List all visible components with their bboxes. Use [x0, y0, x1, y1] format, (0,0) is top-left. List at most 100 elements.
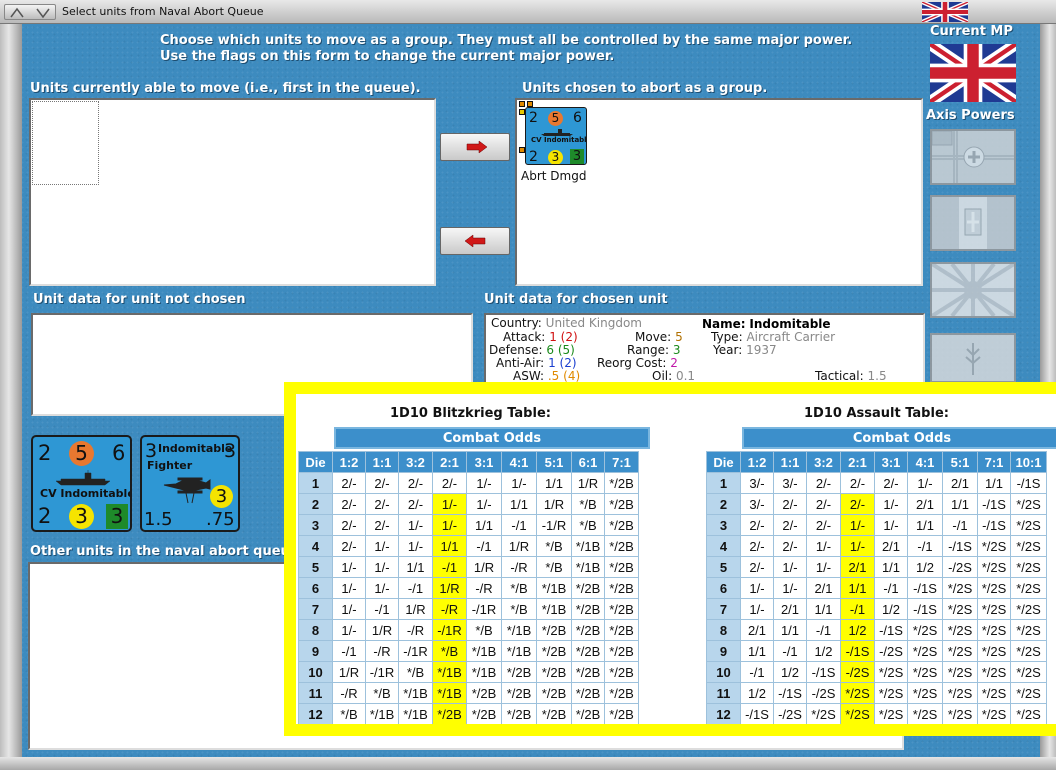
result-cell: */2S — [977, 619, 1011, 641]
result-cell: 3/- — [773, 472, 807, 494]
counter-value: 1.5 — [144, 509, 173, 530]
result-cell: 1/- — [806, 535, 841, 557]
result-cell: */2B — [604, 598, 639, 620]
result-cell: */1B — [571, 556, 605, 578]
column-header: 4:1 — [501, 451, 537, 473]
result-cell: */1B — [536, 577, 572, 599]
table-header-row: Die 1:2 1:1 3:2 2:1 3:1 4:1 5:1 6:1 7:1 — [298, 451, 639, 473]
chosen-unit[interactable]: 2 5 6 CV Indomitable 2 3 3 Abrt Dmgd — [517, 100, 589, 186]
instruction-line-2: Use the flags on this form to change the… — [160, 49, 615, 64]
combat-results-panel: 1D10 Blitzkrieg Table: Combat Odds Die 1:… — [296, 394, 1056, 724]
italy-flag-button[interactable] — [930, 195, 1016, 251]
result-cell: 1/2 — [806, 640, 841, 662]
result-cell: */2S — [977, 640, 1011, 662]
result-cell: */2B — [604, 619, 639, 641]
counter-title: Indomitable — [158, 442, 233, 455]
result-cell: -/2S — [874, 640, 908, 662]
result-cell: 1/- — [740, 577, 774, 599]
japan-flag-button[interactable] — [930, 262, 1016, 318]
germany-flag-button[interactable] — [930, 129, 1016, 185]
axis-extra-flag-button[interactable] — [930, 333, 1016, 383]
table-row: 7 1/- 2/1 1/1 -/1 1/2 -/1S */2S */2S */2S — [706, 598, 1047, 620]
column-header: 6:1 — [571, 451, 605, 473]
counter-value: 6 — [573, 110, 582, 126]
result-cell: 1/1 — [536, 472, 572, 494]
table-row: 10 1/R -/1R */B */1B */1B */2B */2B */2B */2B — [298, 661, 639, 683]
italy-flag-icon — [932, 197, 1014, 249]
result-cell: */2B — [571, 661, 605, 683]
table-row: 3 2/- 2/- 1/- 1/- 1/1 -/1 -1/R */B */2B — [298, 514, 639, 536]
result-cell: 1/2 — [907, 556, 943, 578]
result-cell: 1/R — [571, 472, 605, 494]
plane-unit-counter[interactable]: 3 Indomitable 3 Fighter 3 1.5 .75 — [140, 435, 240, 532]
result-cell: */2S — [907, 682, 943, 704]
result-cell: -/1 — [432, 556, 467, 578]
move-to-chosen-button[interactable] — [440, 133, 510, 161]
result-cell: */2S — [1010, 577, 1047, 599]
result-cell: 2/- — [365, 493, 399, 515]
union-jack-flag-icon[interactable] — [930, 44, 1016, 102]
result-cell: */2S — [977, 661, 1011, 683]
result-cell: 1/1 — [466, 514, 502, 536]
result-cell: */1B — [398, 682, 433, 704]
result-cell: -/1 — [501, 514, 537, 536]
result-cell: */B — [501, 577, 537, 599]
result-cell: 1/R — [398, 598, 433, 620]
result-cell: */1B — [398, 703, 433, 724]
column-header: 4:1 — [907, 451, 943, 473]
result-cell: -/1 — [806, 619, 841, 641]
die-cell: 9 — [298, 640, 333, 662]
result-cell: 1/- — [332, 556, 366, 578]
result-cell: */2S — [942, 640, 978, 662]
result-cell: */2S — [1010, 598, 1047, 620]
result-cell: 1/- — [332, 598, 366, 620]
result-cell: */2B — [571, 598, 605, 620]
asw-value: .5 — [547, 369, 560, 383]
result-cell: */2S — [874, 682, 908, 704]
ship-unit-counter[interactable]: 2 5 6 CV Indomitable 2 3 3 — [31, 435, 132, 532]
system-menu-button[interactable] — [4, 4, 56, 20]
result-cell: 1/1 — [806, 598, 841, 620]
result-cell: */2B — [536, 682, 572, 704]
name-value: Indomitable — [749, 317, 831, 331]
column-header: 1:1 — [773, 451, 807, 473]
able-to-move-list[interactable] — [29, 98, 436, 286]
counter-value: 2 — [529, 149, 538, 165]
die-cell: 1 — [298, 472, 333, 494]
table-row: 10 -/1 1/2 -/1S -/2S */2S */2S */2S */2S */2S — [706, 661, 1047, 683]
result-cell: -/1S — [740, 703, 774, 724]
result-cell: 1/- — [840, 514, 875, 536]
antiair-paren: (2) — [559, 356, 577, 370]
empty-unit-slot[interactable] — [32, 101, 99, 185]
result-cell: 1/R — [466, 556, 502, 578]
move-value: 5 — [675, 330, 683, 344]
germany-flag-icon — [931, 130, 1014, 183]
die-cell: 2 — [706, 493, 741, 515]
result-cell: */B — [365, 682, 399, 704]
result-cell: 2/- — [874, 472, 908, 494]
result-cell: 1/1 — [907, 514, 943, 536]
move-to-able-button[interactable] — [440, 227, 510, 255]
counter-name: CV Indomitable — [40, 487, 132, 500]
result-cell: 1/- — [466, 493, 502, 515]
result-cell: */B — [432, 640, 467, 662]
result-cell: */2S — [907, 640, 943, 662]
defense-paren: (5) — [557, 343, 575, 357]
result-cell: 1/- — [773, 556, 807, 578]
result-cell: 1/R — [536, 493, 572, 515]
counter-value: 3 — [224, 440, 237, 462]
table-row: 4 2/- 1/- 1/- 1/1 -/1 1/R */B */1B */2B — [298, 535, 639, 557]
counter-value: 2 — [529, 110, 538, 126]
result-cell: -/2S — [942, 556, 978, 578]
oil-value: 0.1 — [675, 369, 696, 383]
name-label: Name: — [702, 317, 746, 331]
column-header: 1:2 — [740, 451, 774, 473]
result-cell: -/1S — [874, 619, 908, 641]
result-cell: 2/1 — [874, 535, 908, 557]
chosen-units-list[interactable]: 2 5 6 CV Indomitable 2 3 3 Abrt Dmgd — [515, 98, 923, 286]
attack-paren: (2) — [560, 330, 578, 344]
result-cell: -/1S — [907, 598, 943, 620]
result-cell: 1/- — [773, 577, 807, 599]
result-cell: 2/- — [398, 472, 433, 494]
result-cell: */2S — [1010, 535, 1047, 557]
